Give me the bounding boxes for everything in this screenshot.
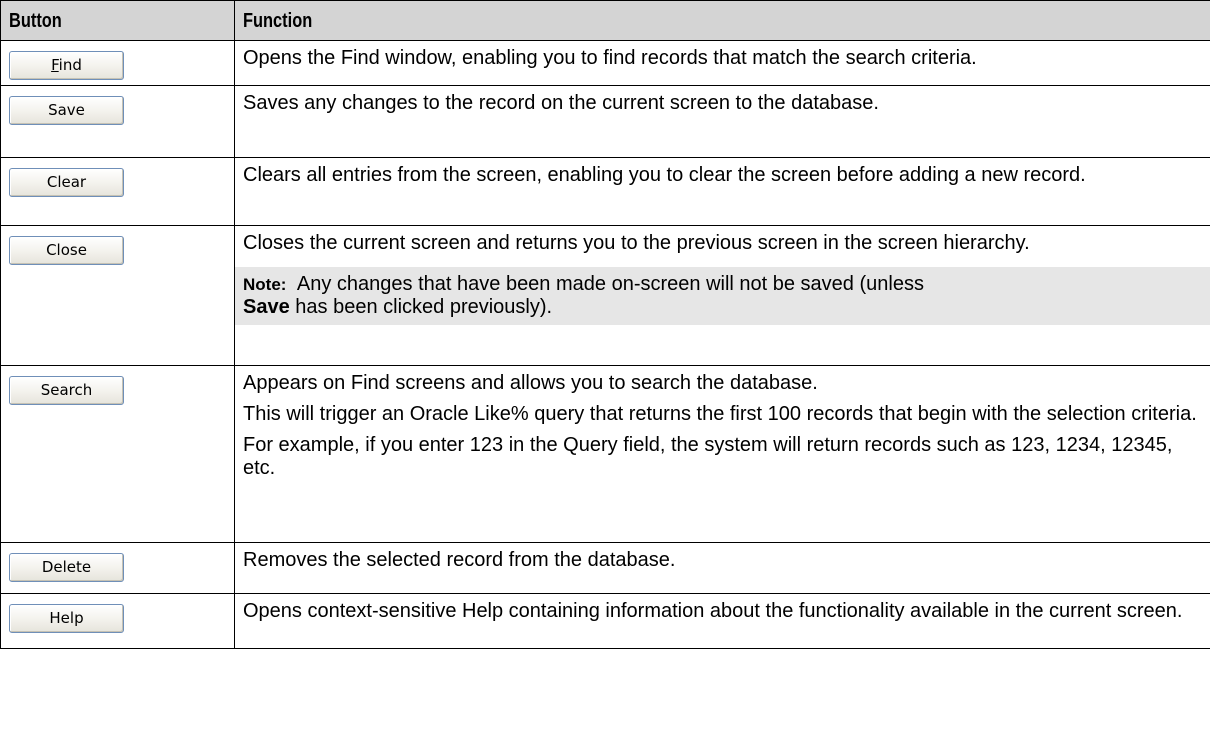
- button-cell: Save: [0, 85, 235, 158]
- close-description: Closes the current screen and returns yo…: [243, 232, 1030, 254]
- description-cell: Opens context-sensitive Help containing …: [234, 593, 1210, 649]
- save-description: Saves any changes to the record on the c…: [243, 92, 879, 114]
- description-cell: Closes the current screen and returns yo…: [234, 225, 1210, 366]
- header-button: Button: [0, 0, 235, 41]
- table-row: Find Opens the Find window, enabling you…: [0, 40, 1210, 86]
- find-button-mnemonic: F: [51, 56, 59, 74]
- table-row: Clear Clears all entries from the screen…: [0, 157, 1210, 226]
- save-button[interactable]: Save: [9, 96, 124, 125]
- note-bold-save: Save: [243, 296, 290, 318]
- note-label: Note:: [243, 275, 287, 294]
- delete-button[interactable]: Delete: [9, 553, 124, 582]
- button-cell: Close: [0, 225, 235, 366]
- find-button-label-rest: ind: [58, 56, 82, 74]
- find-button[interactable]: Find: [9, 51, 124, 80]
- note-text-after: has been clicked previously).: [295, 296, 553, 318]
- description-cell: Saves any changes to the record on the c…: [234, 85, 1210, 158]
- delete-description: Removes the selected record from the dat…: [243, 549, 676, 571]
- find-description: Opens the Find window, enabling you to f…: [243, 47, 977, 69]
- search-description-2: This will trigger an Oracle Like% query …: [243, 403, 1197, 425]
- button-cell: Search: [0, 365, 235, 543]
- description-cell: Clears all entries from the screen, enab…: [234, 157, 1210, 226]
- search-description-1: Appears on Find screens and allows you t…: [243, 372, 818, 394]
- button-cell: Help: [0, 593, 235, 649]
- button-cell: Find: [0, 40, 235, 86]
- header-button-label: Button: [9, 10, 62, 32]
- clear-description: Clears all entries from the screen, enab…: [243, 164, 1086, 186]
- table-row: Close Closes the current screen and retu…: [0, 225, 1210, 366]
- search-button[interactable]: Search: [9, 376, 124, 405]
- search-description-3: For example, if you enter 123 in the Que…: [243, 434, 1173, 479]
- description-cell: Removes the selected record from the dat…: [234, 542, 1210, 594]
- description-cell: Appears on Find screens and allows you t…: [234, 365, 1210, 543]
- table-row: Help Opens context-sensitive Help contai…: [0, 593, 1210, 649]
- button-cell: Delete: [0, 542, 235, 594]
- table-row: Save Saves any changes to the record on …: [0, 85, 1210, 158]
- table-header-row: Button Function: [0, 0, 1210, 41]
- description-cell: Opens the Find window, enabling you to f…: [234, 40, 1210, 86]
- header-function: Function: [234, 0, 1210, 41]
- help-button[interactable]: Help: [9, 604, 124, 633]
- note-text-before: Any changes that have been made on-scree…: [296, 273, 924, 295]
- button-cell: Clear: [0, 157, 235, 226]
- table-row: Search Appears on Find screens and allow…: [0, 365, 1210, 543]
- help-description: Opens context-sensitive Help containing …: [243, 600, 1183, 622]
- close-button[interactable]: Close: [9, 236, 124, 265]
- button-function-table: Button Function Find Opens the Find wind…: [0, 0, 1210, 649]
- clear-button[interactable]: Clear: [9, 168, 124, 197]
- table-row: Delete Removes the selected record from …: [0, 542, 1210, 594]
- note-box: Note: Any changes that have been made on…: [235, 267, 1210, 325]
- header-function-label: Function: [243, 10, 313, 32]
